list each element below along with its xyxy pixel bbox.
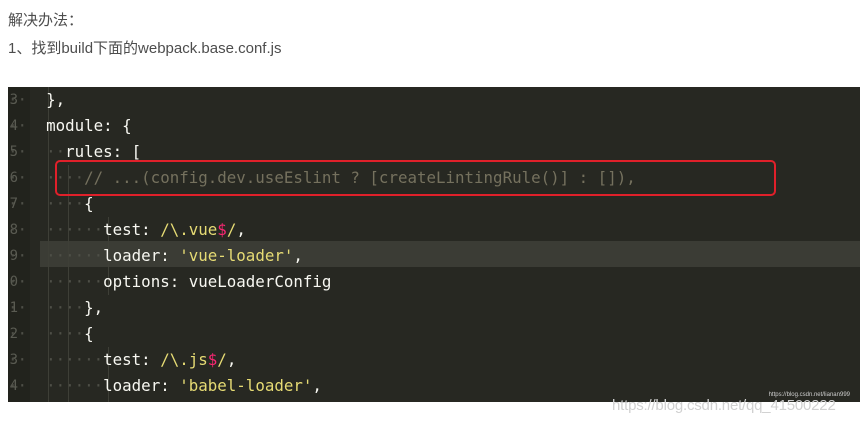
code-line: ·· ······loader: 'babel-loader', bbox=[8, 376, 322, 395]
code-line: ·· ······options: vueLoaderConfig bbox=[8, 272, 332, 291]
code-line: ·· ······test: /\.js$/, bbox=[8, 350, 237, 369]
code-line: ·· ······loader: 'vue-loader', bbox=[8, 246, 303, 265]
step-one-text: 1、找到build下面的webpack.base.conf.js bbox=[8, 40, 282, 57]
code-screenshot: 3 4 5 6 7 8 9 0 1 2 3 4 ·· }, ·· module:… bbox=[8, 87, 860, 402]
watermark-url: https://blog.csdn.net/qq_41500222 bbox=[612, 397, 836, 414]
code-line: ·· ······test: /\.vue$/, bbox=[8, 220, 246, 239]
code-line: ·· ····{ bbox=[8, 324, 94, 343]
code-line: ·· ····}, bbox=[8, 298, 104, 317]
highlight-annotation-box bbox=[55, 160, 776, 196]
solution-heading: 解决办法： bbox=[8, 12, 84, 29]
code-line: ·· module: { bbox=[8, 116, 132, 135]
code-line: ·· }, bbox=[8, 90, 66, 109]
